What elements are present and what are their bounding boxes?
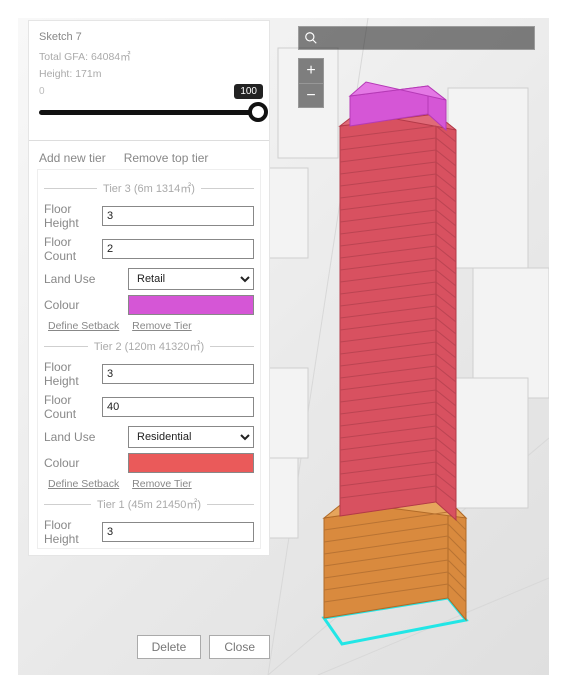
define-setback-link[interactable]: Define Setback <box>48 478 119 490</box>
land-use-label: Land Use <box>44 430 128 444</box>
floor-count-label: Floor Count <box>44 235 102 263</box>
opacity-slider[interactable]: 0 100 <box>39 86 259 132</box>
floor-height-input[interactable] <box>102 364 254 384</box>
zoom-in-button[interactable]: + <box>299 59 323 83</box>
zoom-control: + − <box>298 58 324 108</box>
map-search-input[interactable] <box>323 30 534 46</box>
floor-count-input[interactable] <box>102 239 254 259</box>
sketch-gfa: Total GFA: 64084㎡ <box>39 49 261 64</box>
sketch-height: Height: 171m <box>39 68 261 80</box>
delete-button[interactable]: Delete <box>137 635 202 659</box>
floor-height-label: Floor Height <box>44 202 102 230</box>
tier-block: Tier 2 (120m 41320㎡) Floor Height Floor … <box>44 338 254 490</box>
colour-label: Colour <box>44 456 128 470</box>
sketch-panel: Sketch 7 Total GFA: 64084㎡ Height: 171m … <box>28 20 270 556</box>
remove-top-tier-button[interactable]: Remove top tier <box>124 151 209 165</box>
zoom-out-button[interactable]: − <box>299 83 323 107</box>
tier-heading: Tier 3 (6m 1314㎡) <box>44 180 254 196</box>
floor-height-label: Floor Height <box>44 518 102 546</box>
slider-handle[interactable] <box>248 102 268 122</box>
land-use-select[interactable]: Residential <box>128 426 254 448</box>
tier-block: Tier 1 (45m 21450㎡) Floor Height Floor C… <box>44 496 254 549</box>
floor-height-input[interactable] <box>102 206 254 226</box>
tier-heading: Tier 2 (120m 41320㎡) <box>44 338 254 354</box>
colour-swatch[interactable] <box>128 453 254 473</box>
colour-label: Colour <box>44 298 128 312</box>
remove-tier-link[interactable]: Remove Tier <box>132 320 192 332</box>
floor-count-input[interactable] <box>102 397 254 417</box>
add-tier-button[interactable]: Add new tier <box>39 151 106 165</box>
tier-block: Tier 3 (6m 1314㎡) Floor Height Floor Cou… <box>44 180 254 332</box>
slider-min-label: 0 <box>39 86 45 97</box>
define-setback-link[interactable]: Define Setback <box>48 320 119 332</box>
floor-count-label: Floor Count <box>44 393 102 421</box>
search-icon <box>299 26 323 50</box>
slider-track[interactable] <box>39 110 259 115</box>
floor-height-label: Floor Height <box>44 360 102 388</box>
map-search-bar[interactable] <box>298 26 535 50</box>
close-button[interactable]: Close <box>209 635 270 659</box>
floor-height-input[interactable] <box>102 522 254 542</box>
land-use-select[interactable]: Retail <box>128 268 254 290</box>
tier-list: Tier 3 (6m 1314㎡) Floor Height Floor Cou… <box>37 169 261 549</box>
sketch-name: Sketch 7 <box>39 31 261 43</box>
land-use-label: Land Use <box>44 272 128 286</box>
tier-heading: Tier 1 (45m 21450㎡) <box>44 496 254 512</box>
remove-tier-link[interactable]: Remove Tier <box>132 478 192 490</box>
slider-value-bubble: 100 <box>234 84 263 99</box>
colour-swatch[interactable] <box>128 295 254 315</box>
